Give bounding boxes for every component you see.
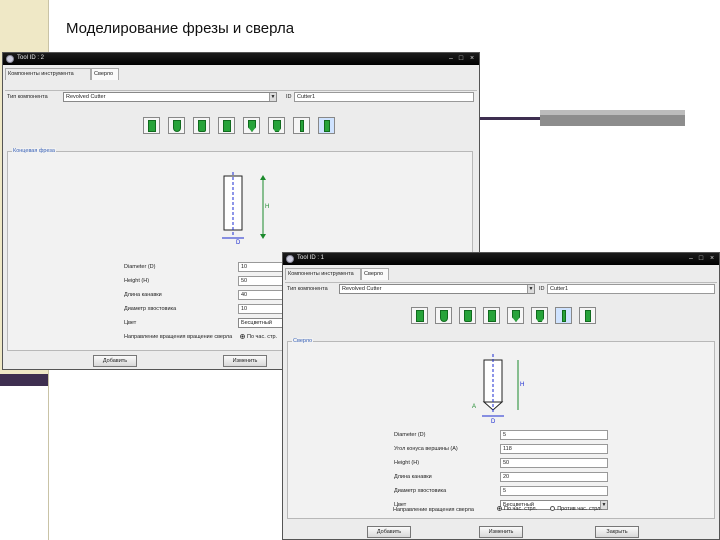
chamfer-mill-icon[interactable] [243,117,260,134]
slide-title: Моделирование фрезы и сверла [66,20,295,37]
height-label: H [520,382,524,388]
close-icon[interactable]: × [468,55,476,63]
flute-length-field[interactable]: 20 [500,472,608,482]
direction-radio-group: По час. стрл. Против час. стрл. [497,504,602,514]
minimize-icon[interactable]: – [687,255,695,263]
param-label: Угол конуса вершины (A) [394,446,458,452]
component-type-select[interactable]: Revolved Cutter ▼ [63,92,277,102]
custom-tool-icon[interactable] [318,117,335,134]
decor-left-dark-bar [0,374,48,386]
shank-diameter-field[interactable]: 5 [500,486,608,496]
radio-counterclockwise-label: Против час. стрл. [557,506,602,512]
param-label: Height (H) [394,460,420,466]
slide: Моделирование фрезы и сверла Tool ID : 2… [0,0,720,540]
id-field[interactable]: Cutter1 [547,284,715,294]
direction-radio-group: По час. стр. [240,332,277,342]
radio-clockwise-label: По час. стрл. [504,506,538,512]
window-title: Tool ID : 1 [297,255,325,261]
group-title: Концевая фреза [12,148,56,154]
color-select[interactable]: Бесцветный [238,318,288,328]
param-label: Цвет [124,320,137,326]
direction-label: Направление вращения вращение сверла [124,334,233,340]
drill-icon[interactable] [293,117,310,134]
taper-mill-icon[interactable] [218,117,235,134]
radio-clockwise-label: По час. стр. [247,334,278,340]
angle-label: A [472,404,476,410]
direction-label: Направление вращения сверла [393,507,474,513]
drill-icon[interactable] [555,307,572,324]
param-label: Diameter (D) [124,264,156,270]
param-label: Diameter (D) [394,432,426,438]
tab-components[interactable]: Компоненты инструмента [285,268,361,280]
diameter-field[interactable]: 5 [500,430,608,440]
height-arrow-top [260,175,266,180]
decor-grey-bar-highlight [540,110,685,115]
tool-window-drill: Tool ID : 1 – □ × Компоненты инструмента… [282,252,720,540]
chevron-down-icon[interactable]: ▼ [527,285,534,293]
app-logo-icon [286,255,294,263]
radio-clockwise[interactable] [240,334,245,340]
color-value: Бесцветный [241,320,272,326]
param-label: Диаметр хвостовика [394,488,447,494]
minimize-icon[interactable]: – [447,55,455,63]
shank-diameter-field[interactable]: 10 [238,304,288,314]
component-type-bar: Тип компонента Revolved Cutter ▼ ID Cutt… [285,282,717,296]
ball-end-mill-icon[interactable] [168,117,185,134]
dovetail-mill-icon[interactable] [531,307,548,324]
tab-components[interactable]: Компоненты инструмента [5,68,91,80]
bull-nose-mill-icon[interactable] [193,117,210,134]
param-label: Диаметр хвостовика [124,306,177,312]
height-arrow-bottom [260,234,266,239]
titlebar: Tool ID : 2 – □ × [3,53,479,65]
maximize-icon[interactable]: □ [697,255,705,263]
height-field[interactable]: 50 [500,458,608,468]
titlebar: Tool ID : 1 – □ × [283,253,719,265]
endmill-diagram: H D [222,172,269,246]
diameter-label: D [236,240,241,246]
radio-counterclockwise[interactable] [550,506,556,512]
param-label: Длина канавки [124,292,162,298]
component-type-label: Тип компонента [287,286,328,292]
change-button[interactable]: Изменить [479,526,523,538]
id-label: ID [539,286,545,292]
group-title: Сверло [292,338,314,344]
tip-angle-field[interactable]: 118 [500,444,608,454]
drill-diagram: H D A [472,354,524,424]
component-type-value: Revolved Cutter [342,286,382,292]
tab-drill[interactable]: Сверло [361,268,389,280]
dovetail-mill-icon[interactable] [268,117,285,134]
param-label: Длина канавки [394,474,432,480]
ball-end-mill-icon[interactable] [435,307,452,324]
id-label: ID [286,94,292,100]
app-logo-icon [6,55,14,63]
custom-tool-icon[interactable] [579,307,596,324]
component-type-value: Revolved Cutter [66,94,106,100]
flat-end-mill-icon[interactable] [411,307,428,324]
drill-params-group: Сверло H D A Diameter (D) 5 Угол конуса … [287,338,715,519]
flat-end-mill-icon[interactable] [143,117,160,134]
add-button[interactable]: Добавить [93,355,137,367]
close-icon[interactable]: × [708,255,716,263]
diameter-field[interactable]: 10 [238,262,288,272]
window-title: Tool ID : 2 [17,55,45,61]
taper-mill-icon[interactable] [483,307,500,324]
bull-nose-mill-icon[interactable] [459,307,476,324]
chevron-down-icon[interactable]: ▼ [269,93,276,101]
maximize-icon[interactable]: □ [457,55,465,63]
component-type-label: Тип компонента [7,94,48,100]
chamfer-mill-icon[interactable] [507,307,524,324]
param-label: Height (H) [124,278,150,284]
close-button[interactable]: Закрыть [595,526,639,538]
add-button[interactable]: Добавить [367,526,411,538]
change-button[interactable]: Изменить [223,355,267,367]
flute-length-field[interactable]: 40 [238,290,288,300]
height-label: H [265,204,269,210]
height-field[interactable]: 50 [238,276,288,286]
component-type-bar: Тип компонента Revolved Cutter ▼ ID Cutt… [5,90,477,104]
radio-clockwise[interactable] [497,506,502,512]
component-type-select[interactable]: Revolved Cutter ▼ [339,284,535,294]
id-field[interactable]: Cutter1 [294,92,474,102]
diameter-label: D [491,419,496,424]
tab-drill[interactable]: Сверло [91,68,119,80]
